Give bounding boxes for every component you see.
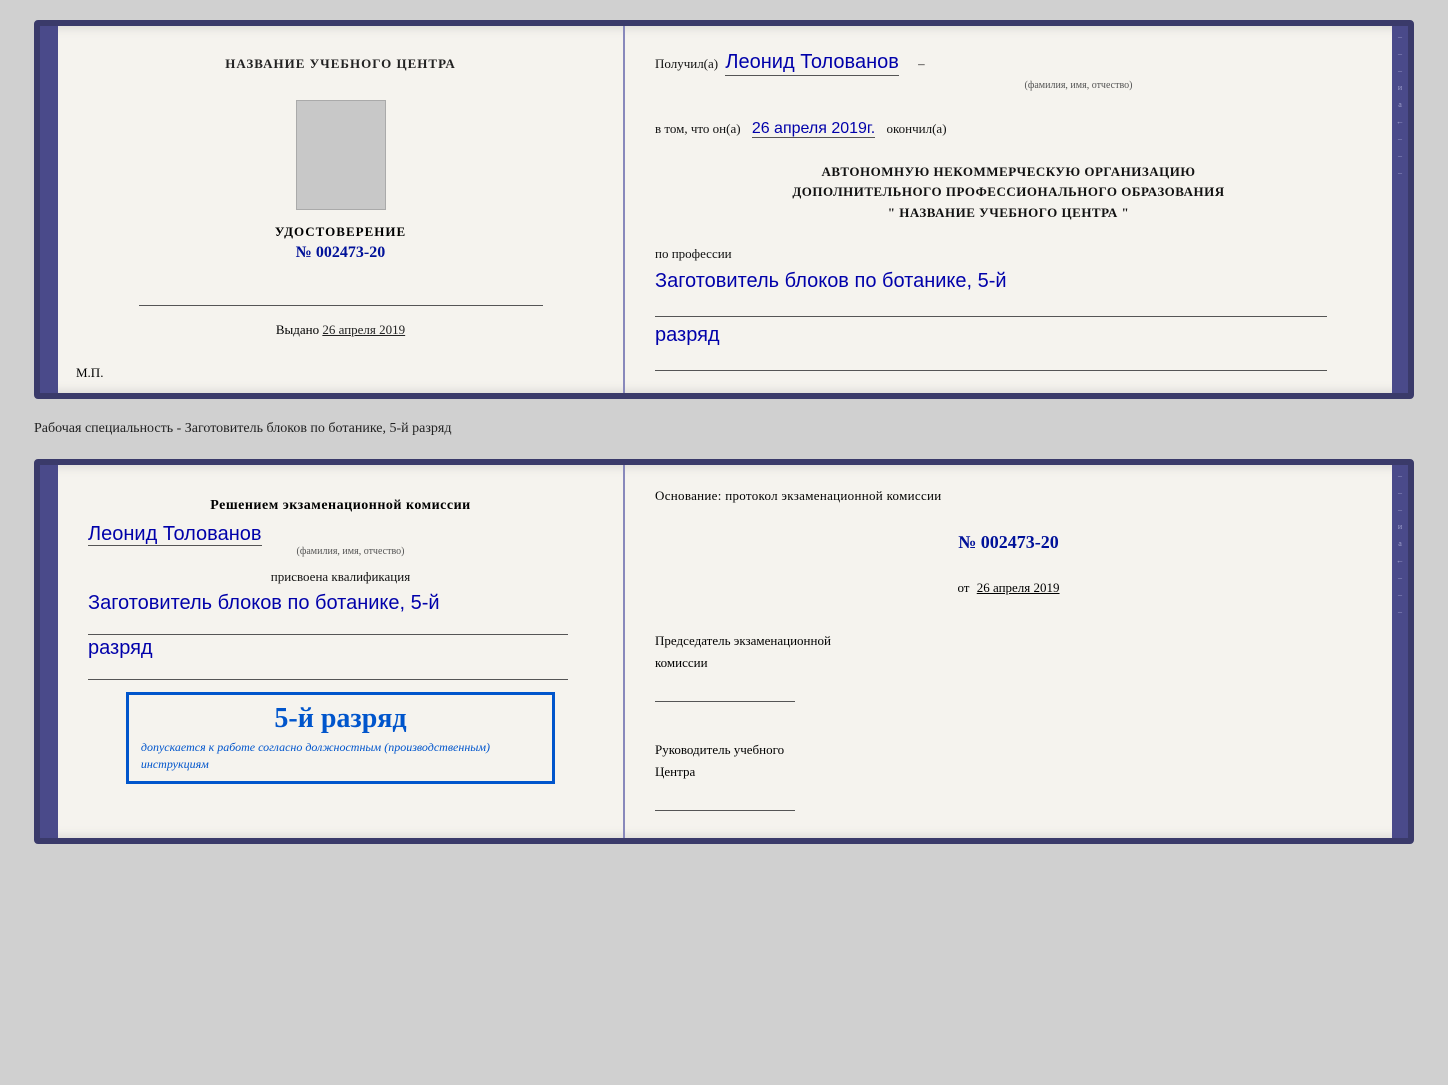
osnovanie-row: Основание: протокол экзаменационной коми… [655,485,1362,507]
certificate-card-2: Решением экзаменационной комиссии Леонид… [34,459,1414,844]
card2-right-panel: Основание: протокол экзаменационной коми… [625,465,1392,838]
profession-text: Заготовитель блоков по ботанике, 5-й [655,270,1007,292]
razryad-text-2: разряд [88,637,153,659]
from-date-block: от 26 апреля 2019 [655,577,1362,605]
rukovoditel-line1: Руководитель учебного [655,739,1362,761]
training-center-title: НАЗВАНИЕ УЧЕБНОГО ЦЕНТРА [225,56,456,72]
qual-underline [88,617,568,635]
qualification-block: Заготовитель блоков по ботанике, 5-й раз… [88,592,593,682]
po-professii-row: по профессии Заготовитель блоков по бота… [655,244,1362,373]
predsedatel-line2: комиссии [655,652,1362,674]
signature-line-1 [139,288,543,306]
rukovoditel-line2: Центра [655,761,1362,783]
poluchil-name: Леонид Толованов [725,51,899,76]
mp-label: М.П. [76,365,103,381]
vtom-label: в том, что он(а) [655,121,741,136]
ot-date: 26 апреля 2019 [977,580,1060,595]
person-name: Леонид Толованов [88,523,262,546]
doc-spine-right-2: – – – и а ← – – – [1392,465,1408,838]
certificate-card-1: НАЗВАНИЕ УЧЕБНОГО ЦЕНТРА УДОСТОВЕРЕНИЕ №… [34,20,1414,399]
vtom-date: 26 апреля 2019г. [752,120,875,138]
vydano-date: 26 апреля 2019 [322,322,405,337]
predsedatel-block: Председатель экзаменационной комиссии [655,630,1362,709]
vydano-label: Выдано [276,322,319,337]
predsedatel-line1: Председатель экзаменационной [655,630,1362,652]
person-block: Леонид Толованов (фамилия, имя, отчество… [88,523,593,557]
commission-title: Решением экзаменационной комиссии [210,495,470,517]
fio-label-2: (фамилия, имя, отчество) [108,546,593,557]
protocol-num-block: № 002473-20 [655,521,1362,564]
from-date: от 26 апреля 2019 [655,577,1362,599]
org-row: АВТОНОМНУЮ НЕКОММЕРЧЕСКУЮ ОРГАНИЗАЦИЮ ДО… [655,162,1362,224]
org-line1: АВТОНОМНУЮ НЕКОММЕРЧЕСКУЮ ОРГАНИЗАЦИЮ [655,162,1362,183]
org-name: " НАЗВАНИЕ УЧЕБНОГО ЦЕНТРА " [655,203,1362,224]
fio-label-1: (фамилия, имя, отчество) [795,78,1362,94]
rukovoditel-block: Руководитель учебного Центра [655,739,1362,818]
card1-right-panel: Получил(а) Леонид Толованов – (фамилия, … [625,26,1392,393]
okonchil-label: окончил(а) [887,121,947,136]
ot-label: от [957,580,969,595]
card1-left-panel: НАЗВАНИЕ УЧЕБНОГО ЦЕНТРА УДОСТОВЕРЕНИЕ №… [58,26,625,393]
prisvoena-label: присвоена квалификация [271,567,410,588]
org-line2: ДОПОЛНИТЕЛЬНОГО ПРОФЕССИОНАЛЬНОГО ОБРАЗО… [655,182,1362,203]
commission-title-text: Решением экзаменационной комиссии [210,498,470,513]
razryad-text-1: разряд [655,324,720,346]
poluchil-label: Получил(а) [655,56,718,71]
doc-spine-left [40,26,58,393]
stamp-grade: 5-й разряд [141,703,540,735]
razryad-underline [655,353,1327,371]
po-professii-label: по профессии [655,246,732,261]
stamp-permission: допускается к работе согласно должностны… [141,739,540,773]
razryad-underline-2 [88,662,568,680]
osnovanie-label: Основание: протокол экзаменационной коми… [655,488,942,503]
doc-spine-right: – – – и а ← – – – [1392,26,1408,393]
photo-placeholder [296,100,386,210]
separator-label: Рабочая специальность - Заготовитель бло… [34,415,1414,443]
profession-underline [655,299,1327,317]
vtom-row: в том, что он(а) 26 апреля 2019г. окончи… [655,116,1362,142]
stamp-block: 5-й разряд допускается к работе согласно… [126,692,555,784]
vydano-line: Выдано 26 апреля 2019 [276,322,405,338]
predsedatel-signature [655,678,795,702]
qualification-text: Заготовитель блоков по ботанике, 5-й [88,592,440,614]
poluchil-row: Получил(а) Леонид Толованов – (фамилия, … [655,46,1362,94]
doc-spine-left-2 [40,465,58,838]
protocol-number: № 002473-20 [655,527,1362,558]
card2-left-panel: Решением экзаменационной комиссии Леонид… [58,465,625,838]
rukovoditel-signature [655,787,795,811]
udost-label: УДОСТОВЕРЕНИЕ [275,224,406,240]
dopuskaetsya-label: допускается к [141,740,214,754]
udost-number: № 002473-20 [296,244,385,262]
